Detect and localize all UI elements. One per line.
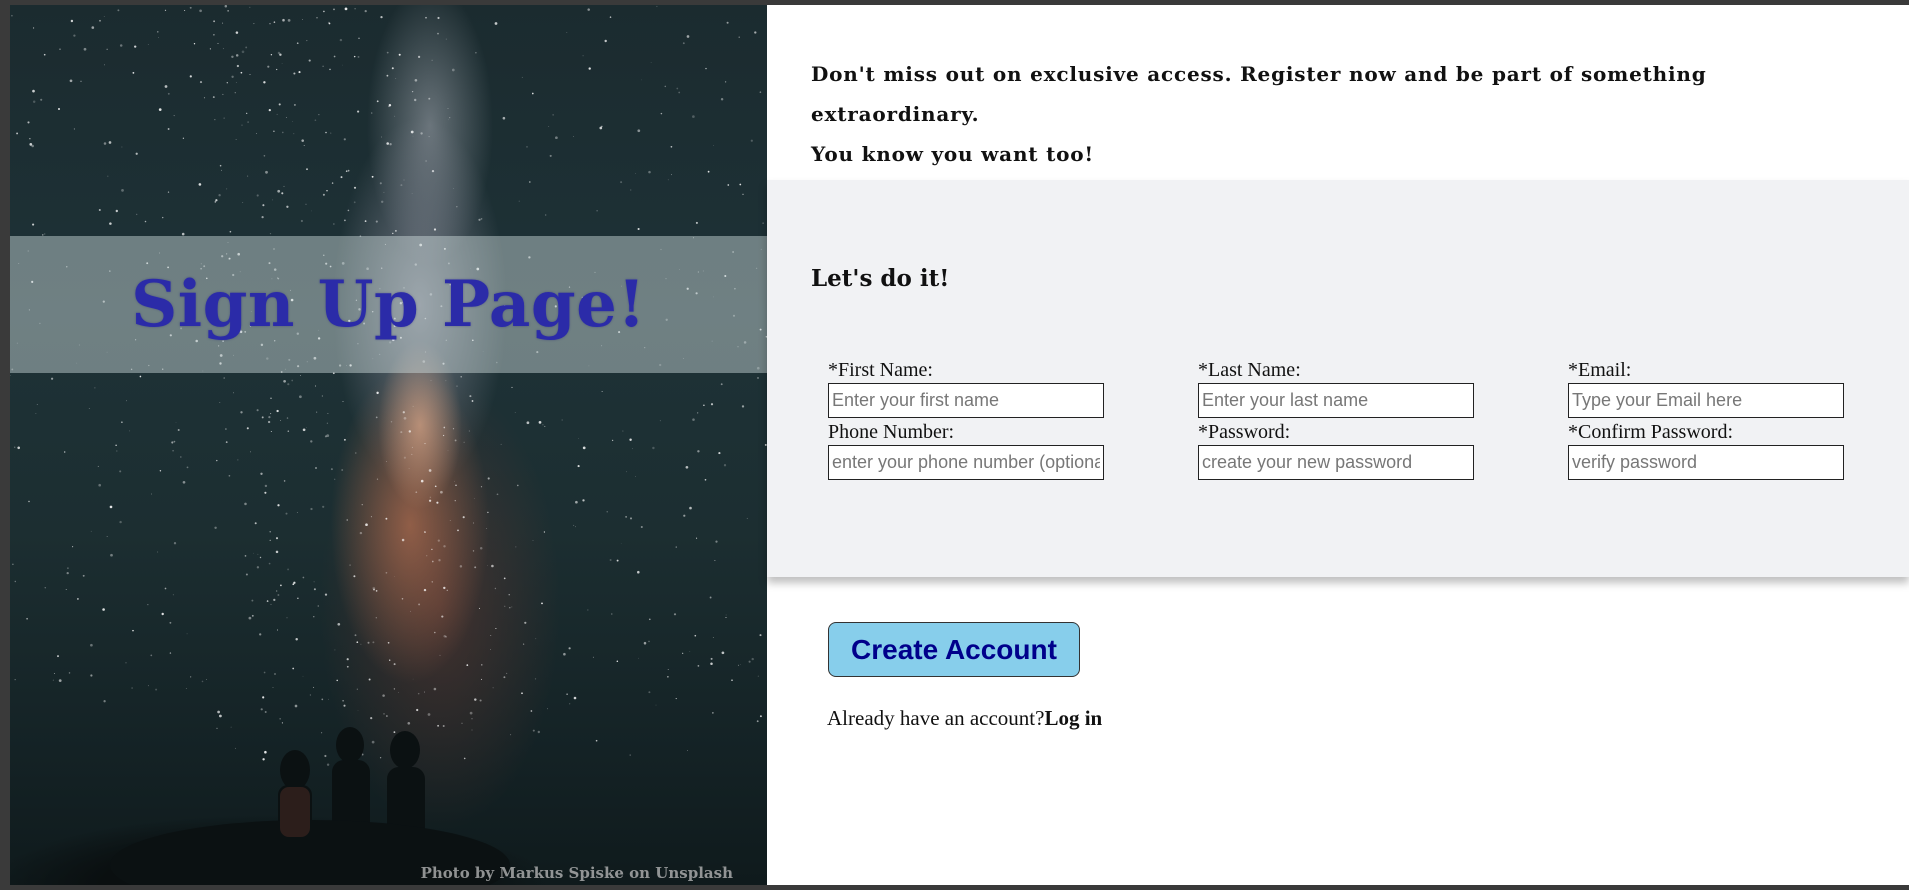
confirm-password-label: *Confirm Password: xyxy=(1568,421,1733,443)
phone-input[interactable] xyxy=(828,445,1104,480)
last-name-input[interactable] xyxy=(1198,383,1474,418)
login-prompt: Already have an account?Log in xyxy=(827,706,1102,731)
page-title: Sign Up Page! xyxy=(131,267,646,342)
signup-page: Sign Up Page! Photo by Markus Spiske on … xyxy=(10,5,1909,885)
last-name-group: *Last Name: xyxy=(1198,357,1488,418)
create-account-button[interactable]: Create Account xyxy=(828,622,1080,677)
password-label: *Password: xyxy=(1198,421,1291,443)
intro-line-1: Don't miss out on exclusive access. Regi… xyxy=(811,62,1707,126)
title-banner: Sign Up Page! xyxy=(10,236,767,373)
first-name-input[interactable] xyxy=(828,383,1104,418)
last-name-label: *Last Name: xyxy=(1198,359,1301,381)
login-prompt-text: Already have an account? xyxy=(827,706,1045,730)
phone-label: Phone Number: xyxy=(828,421,955,443)
first-name-group: *First Name: xyxy=(828,357,1118,418)
form-title: Let's do it! xyxy=(811,265,950,292)
photo-credit: Photo by Markus Spiske on Unsplash xyxy=(420,864,733,882)
confirm-password-input[interactable] xyxy=(1568,445,1844,480)
email-input[interactable] xyxy=(1568,383,1844,418)
phone-group: Phone Number: xyxy=(828,419,1118,480)
password-input[interactable] xyxy=(1198,445,1474,480)
login-link[interactable]: Log in xyxy=(1044,706,1102,730)
email-label: *Email: xyxy=(1568,359,1632,381)
people-silhouette xyxy=(110,727,510,885)
hero-image: Sign Up Page! Photo by Markus Spiske on … xyxy=(10,5,767,885)
email-group: *Email: xyxy=(1568,357,1858,418)
confirm-password-group: *Confirm Password: xyxy=(1568,419,1858,480)
intro-text: Don't miss out on exclusive access. Regi… xyxy=(811,54,1871,174)
first-name-label: *First Name: xyxy=(828,359,933,381)
signup-form: Let's do it! *First Name: *Last Name: *E… xyxy=(767,180,1909,577)
password-group: *Password: xyxy=(1198,419,1488,480)
intro-line-2: You know you want too! xyxy=(811,142,1094,166)
